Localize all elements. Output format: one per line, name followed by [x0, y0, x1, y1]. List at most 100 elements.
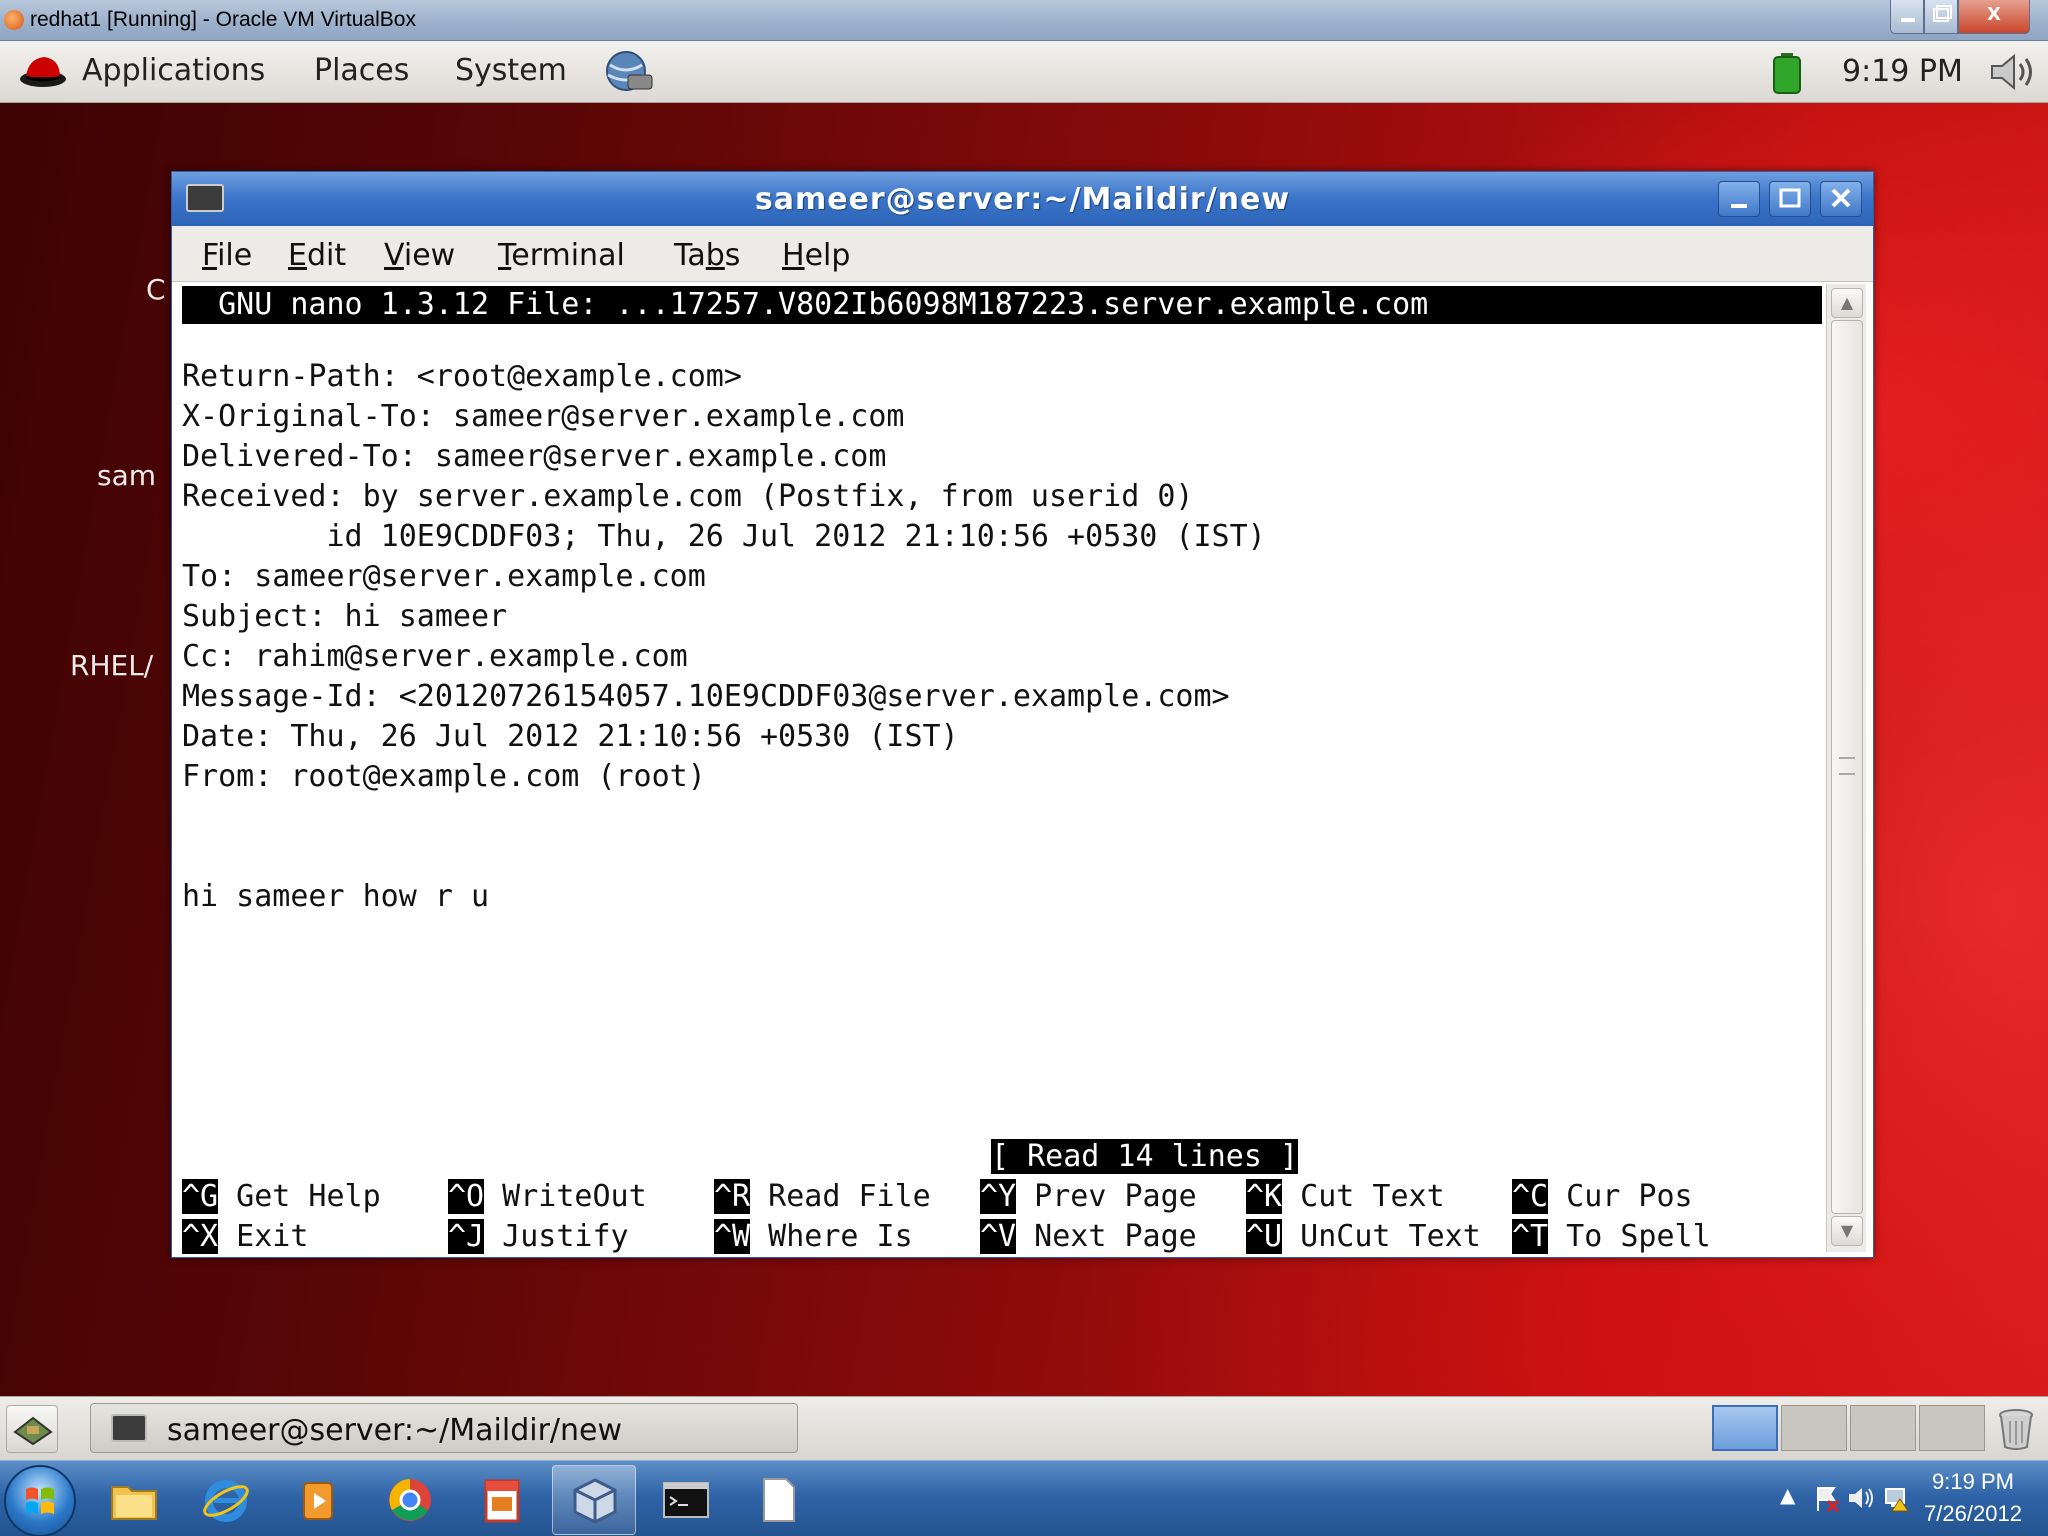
- volume-icon[interactable]: [1988, 50, 2040, 94]
- email-line: id 10E9CDDF03; Thu, 26 Jul 2012 21:10:56…: [182, 519, 1266, 554]
- places-menu[interactable]: Places: [314, 53, 409, 88]
- taskbar-command-prompt[interactable]: [644, 1465, 728, 1535]
- email-line: Date: Thu, 26 Jul 2012 21:10:56 +0530 (I…: [182, 719, 959, 754]
- taskbar-virtualbox[interactable]: [552, 1465, 636, 1535]
- shortcut-to-spell: ^T To Spell: [1512, 1219, 1711, 1254]
- network-warning-icon[interactable]: [1882, 1483, 1912, 1513]
- system-menu[interactable]: System: [455, 53, 567, 88]
- nano-status-message: [ Read 14 lines ]: [991, 1139, 1299, 1174]
- shortcut-cut-text: ^K Cut Text: [1246, 1179, 1445, 1214]
- windows-logo-icon: [26, 1487, 54, 1514]
- minimize-icon: [1901, 18, 1915, 22]
- menu-view[interactable]: View: [384, 238, 455, 273]
- taskbar-office-app[interactable]: [460, 1465, 544, 1535]
- shortcut-get-help: ^G Get Help: [182, 1179, 381, 1214]
- minimize-icon: [1731, 204, 1747, 208]
- speaker-icon[interactable]: [1846, 1483, 1876, 1513]
- start-button[interactable]: [4, 1465, 76, 1536]
- show-hidden-icons-button[interactable]: ▲: [1780, 1483, 1795, 1507]
- media-player-icon: [303, 1482, 333, 1520]
- close-icon: X: [1987, 4, 2001, 25]
- windows-taskbar: ▲ 9:19 PM 7/26/2012: [0, 1460, 2048, 1536]
- folder-icon: [111, 1486, 157, 1520]
- virtualbox-icon: [4, 10, 24, 30]
- command-prompt-icon: [663, 1482, 709, 1518]
- show-desktop-button[interactable]: [6, 1405, 58, 1453]
- shortcut-writeout: ^O WriteOut: [448, 1179, 647, 1214]
- grip-icon: [1839, 757, 1855, 775]
- close-button[interactable]: X: [1958, 0, 2030, 34]
- menu-file[interactable]: File: [202, 238, 252, 273]
- taskbar-blank-document[interactable]: [736, 1465, 820, 1535]
- desktop-icon-label[interactable]: C: [146, 273, 166, 306]
- shortcut-where-is: ^W Where Is: [714, 1219, 913, 1254]
- shortcut-prev-page: ^Y Prev Page: [980, 1179, 1197, 1214]
- email-line: Delivered-To: sameer@server.example.com: [182, 439, 887, 474]
- terminal-window-title: sameer@server:~/Maildir/new: [754, 182, 1291, 217]
- virtualbox-titlebar: redhat1 [Running] - Oracle VM VirtualBox…: [0, 0, 2048, 41]
- shortcut-next-page: ^V Next Page: [980, 1219, 1197, 1254]
- shortcut-justify: ^J Justify: [448, 1219, 629, 1254]
- terminal-scrollbar[interactable]: ▲ ▼: [1826, 284, 1866, 1252]
- redhat-logo-icon[interactable]: [18, 51, 68, 89]
- taskbar-chrome[interactable]: [368, 1465, 452, 1535]
- panel-clock[interactable]: 9:19 PM: [1842, 54, 1963, 89]
- virtualbox-icon: [573, 1478, 617, 1524]
- menu-edit[interactable]: Edit: [288, 238, 346, 273]
- taskbar-explorer[interactable]: [92, 1465, 176, 1535]
- nano-title-bar: GNU nano 1.3.12 File: ...17257.V802Ib609…: [182, 286, 1822, 324]
- arrow-up-icon: ▲: [1840, 293, 1854, 312]
- shortcut-read-file: ^R Read File: [714, 1179, 931, 1214]
- restore-button[interactable]: [1924, 0, 1958, 34]
- terminal-titlebar[interactable]: sameer@server:~/Maildir/new: [172, 172, 1873, 226]
- workspace-4[interactable]: [1919, 1405, 1985, 1451]
- applications-menu[interactable]: Applications: [82, 53, 265, 88]
- menu-tabs[interactable]: Tabs: [674, 238, 740, 273]
- email-line: X-Original-To: sameer@server.example.com: [182, 399, 905, 434]
- battery-icon[interactable]: [1772, 52, 1802, 94]
- email-line: Cc: rahim@server.example.com: [182, 639, 688, 674]
- terminal-screen[interactable]: GNU nano 1.3.12 File: ...17257.V802Ib609…: [182, 284, 1822, 1254]
- menu-terminal[interactable]: Terminal: [498, 238, 625, 273]
- taskbar-internet-explorer[interactable]: [184, 1465, 268, 1535]
- email-line: Return-Path: <root@example.com>: [182, 359, 742, 394]
- gnome-bottom-panel: sameer@server:~/Maildir/new: [0, 1396, 2048, 1460]
- trash-icon[interactable]: [1996, 1407, 2036, 1451]
- action-center-flag-icon[interactable]: [1812, 1483, 1842, 1513]
- email-body-line: hi sameer how r u: [182, 879, 490, 914]
- email-line: Message-Id: <20120726154057.10E9CDDF03@s…: [182, 679, 1230, 714]
- taskbar-terminal-window-button[interactable]: sameer@server:~/Maildir/new: [90, 1403, 798, 1453]
- system-clock-time[interactable]: 9:19 PM: [1920, 1469, 2026, 1495]
- scrollbar-thumb[interactable]: [1831, 320, 1863, 1214]
- blank-document-icon: [763, 1478, 795, 1522]
- maximize-icon: [1779, 188, 1801, 208]
- minimize-button[interactable]: [1890, 0, 1924, 34]
- menu-help[interactable]: Help: [782, 238, 850, 273]
- email-line: Subject: hi sameer: [182, 599, 508, 634]
- taskbar-window-label: sameer@server:~/Maildir/new: [167, 1413, 623, 1448]
- office-document-icon: [484, 1479, 520, 1523]
- terminal-menubar: File Edit View Terminal Tabs Help: [172, 226, 1873, 282]
- scroll-down-button[interactable]: ▼: [1831, 1216, 1863, 1246]
- system-clock-date[interactable]: 7/26/2012: [1920, 1501, 2026, 1527]
- scroll-up-button[interactable]: ▲: [1831, 288, 1863, 318]
- desktop-icon-label[interactable]: sam: [97, 459, 156, 492]
- taskbar-media-player[interactable]: [276, 1465, 360, 1535]
- email-line: From: root@example.com (root): [182, 759, 706, 794]
- shortcut-exit: ^X Exit: [182, 1219, 309, 1254]
- network-globe-icon[interactable]: [600, 49, 656, 95]
- workspace-2[interactable]: [1781, 1405, 1847, 1451]
- terminal-minimize-button[interactable]: [1718, 181, 1760, 217]
- email-line: Received: by server.example.com (Postfix…: [182, 479, 1194, 514]
- terminal-close-button[interactable]: [1820, 181, 1862, 217]
- virtualbox-window-title: redhat1 [Running] - Oracle VM VirtualBox: [30, 8, 416, 31]
- shortcut-cur-pos: ^C Cur Pos: [1512, 1179, 1693, 1214]
- gnome-top-panel: Applications Places System 9:19 PM: [0, 41, 2048, 103]
- workspace-3[interactable]: [1850, 1405, 1916, 1451]
- terminal-maximize-button[interactable]: [1769, 181, 1811, 217]
- restore-icon: [1933, 5, 1952, 22]
- workspace-1[interactable]: [1712, 1405, 1778, 1451]
- desktop-icon-label[interactable]: RHEL/: [70, 649, 153, 682]
- chrome-icon: [389, 1479, 431, 1521]
- terminal-window: sameer@server:~/Maildir/new File Edit Vi…: [171, 171, 1874, 1258]
